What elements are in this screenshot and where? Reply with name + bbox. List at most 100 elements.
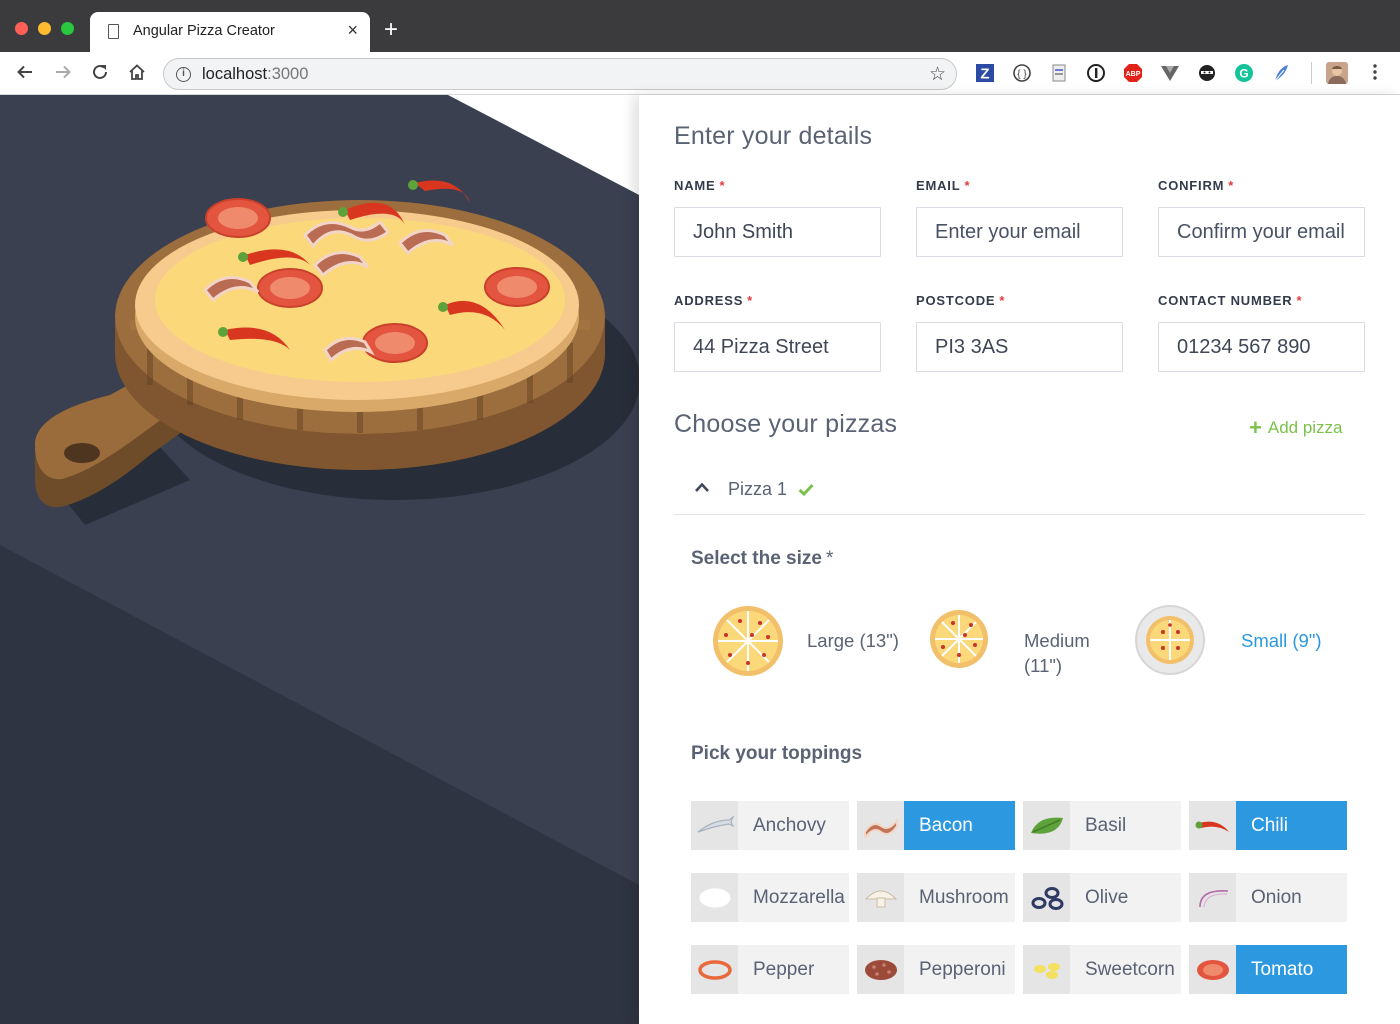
- postcode-label: POSTCODE *: [916, 293, 1006, 308]
- browser-toolbar: i localhost:3000 ☆ Z { } ABP G: [0, 52, 1400, 95]
- reload-button[interactable]: [89, 61, 111, 83]
- topping-label: Sweetcorn: [1085, 958, 1175, 980]
- topping-label: Mushroom: [919, 886, 1009, 908]
- feather-extension-icon[interactable]: [1271, 63, 1291, 83]
- topping-bacon[interactable]: Bacon: [857, 801, 1015, 850]
- add-pizza-label: Add pizza: [1267, 418, 1343, 437]
- confirm-label: CONFIRM *: [1158, 178, 1235, 193]
- maximize-window-button[interactable]: [61, 22, 74, 35]
- z-extension-icon[interactable]: Z: [975, 63, 995, 83]
- large-pizza-icon: [713, 606, 783, 676]
- topping-label: Anchovy: [753, 814, 826, 836]
- confirm-email-field[interactable]: [1158, 207, 1365, 257]
- pizza-name: Pizza 1: [728, 479, 788, 499]
- topping-tomato[interactable]: Tomato: [1189, 945, 1347, 994]
- bacon-icon: [863, 816, 898, 838]
- pepper-icon: [697, 959, 732, 980]
- close-window-button[interactable]: [15, 22, 28, 35]
- browser-tab[interactable]: Angular Pizza Creator ×: [90, 12, 370, 52]
- topping-label: Olive: [1085, 886, 1129, 908]
- email-field[interactable]: [916, 207, 1123, 257]
- size-title: Select the size *: [691, 548, 834, 569]
- topping-mushroom[interactable]: Mushroom: [857, 873, 1015, 922]
- topping-anchovy[interactable]: Anchovy: [691, 801, 849, 850]
- ninja-extension-icon[interactable]: [1197, 63, 1217, 83]
- code-extension-icon[interactable]: { }: [1012, 63, 1032, 83]
- basil-icon: [1030, 817, 1063, 834]
- vue-devtools-icon[interactable]: [1160, 63, 1180, 83]
- details-title: Enter your details: [674, 122, 873, 150]
- onepassword-icon[interactable]: [1086, 63, 1106, 83]
- address-bar[interactable]: i localhost:3000 ☆: [163, 58, 957, 90]
- postcode-field[interactable]: [916, 322, 1123, 372]
- plus-icon: +: [1249, 415, 1262, 440]
- pizza-illustration: [0, 95, 639, 1024]
- name-label: NAME *: [674, 178, 726, 193]
- topping-label: Mozzarella: [753, 886, 845, 908]
- svg-text:{ }: { }: [1017, 69, 1027, 80]
- pizzas-title: Choose your pizzas: [674, 410, 898, 438]
- toolbar-separator: [1311, 62, 1312, 84]
- forward-button[interactable]: [52, 61, 74, 83]
- tab-close-button[interactable]: ×: [347, 20, 358, 41]
- chevron-up-icon[interactable]: [694, 481, 710, 493]
- toppings-title: Pick your toppings: [691, 743, 863, 764]
- chili-icon: [1195, 821, 1229, 832]
- check-icon: [798, 483, 814, 496]
- forward-arrow-icon: [56, 65, 71, 79]
- email-label: EMAIL *: [916, 178, 971, 193]
- topping-label: Onion: [1251, 886, 1302, 908]
- topping-chili[interactable]: Chili: [1189, 801, 1347, 850]
- svg-text:ABP: ABP: [1126, 71, 1141, 78]
- topping-onion[interactable]: Onion: [1189, 873, 1347, 922]
- pepperoni-icon: [864, 959, 897, 980]
- bookmark-star-icon[interactable]: ☆: [929, 63, 946, 86]
- mozzarella-icon: [698, 887, 731, 908]
- url-text: localhost:3000: [202, 65, 309, 83]
- small-pizza-icon: [1135, 605, 1205, 675]
- topping-pepperoni[interactable]: Pepperoni: [857, 945, 1015, 994]
- mushroom-icon: [864, 890, 897, 907]
- topping-basil[interactable]: Basil: [1023, 801, 1181, 850]
- new-tab-button[interactable]: +: [384, 18, 398, 42]
- topping-sweetcorn[interactable]: Sweetcorn: [1023, 945, 1181, 994]
- contact-number-label: CONTACT NUMBER *: [1158, 293, 1303, 308]
- info-icon[interactable]: i: [176, 67, 191, 82]
- sweetcorn-icon: [1033, 962, 1060, 979]
- contact-number-field[interactable]: [1158, 322, 1365, 372]
- kebab-menu-icon: [1373, 64, 1377, 80]
- grammarly-icon[interactable]: G: [1234, 63, 1254, 83]
- size-label-medium: Medium (11"): [1024, 630, 1090, 676]
- size-label-large: Large (13"): [807, 630, 899, 651]
- page-extension-icon[interactable]: [1049, 63, 1069, 83]
- back-button[interactable]: [14, 61, 36, 83]
- svg-text:Z: Z: [980, 66, 989, 83]
- address-label: ADDRESS *: [674, 293, 754, 308]
- name-field[interactable]: [674, 207, 881, 257]
- home-button[interactable]: [126, 61, 148, 83]
- order-form: Enter your details NAME * EMAIL * CONFIRM *…: [639, 95, 1400, 1024]
- tomato-icon: [1196, 959, 1229, 980]
- back-arrow-icon: [17, 65, 32, 79]
- browser-titlebar: Angular Pizza Creator × +: [0, 0, 1400, 52]
- olive-icon: [1031, 886, 1063, 910]
- address-field[interactable]: [674, 322, 881, 372]
- topping-olive[interactable]: Olive: [1023, 873, 1181, 922]
- tab-title: Angular Pizza Creator: [133, 23, 275, 39]
- browser-menu-button[interactable]: [1364, 61, 1386, 83]
- topping-mozzarella[interactable]: Mozzarella: [691, 873, 849, 922]
- topping-label: Basil: [1085, 814, 1127, 836]
- reload-icon: [93, 64, 107, 79]
- home-icon: [129, 64, 145, 80]
- topping-label: Pepperoni: [919, 958, 1006, 980]
- topping-label: Tomato: [1236, 945, 1347, 994]
- onion-icon: [1198, 889, 1228, 907]
- adblock-plus-icon[interactable]: ABP: [1123, 63, 1143, 83]
- profile-avatar[interactable]: [1326, 62, 1348, 84]
- add-pizza-button[interactable]: + Add pizza: [1249, 417, 1343, 439]
- pizza-board-illustration: [0, 95, 639, 1024]
- topping-label: Chili: [1236, 801, 1347, 850]
- minimize-window-button[interactable]: [38, 22, 51, 35]
- pizza-accordion-header[interactable]: Pizza 1: [674, 465, 1365, 515]
- topping-pepper[interactable]: Pepper: [691, 945, 849, 994]
